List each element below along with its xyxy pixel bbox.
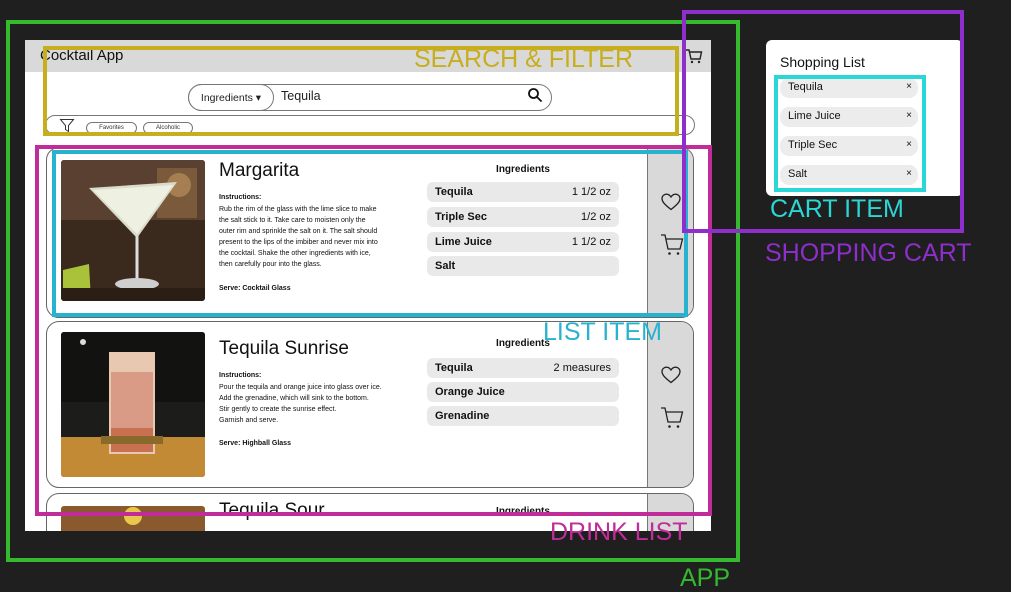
shopping-list-item: Tequila ×	[780, 78, 918, 98]
filter-icon[interactable]	[59, 119, 75, 133]
heart-icon[interactable]	[661, 366, 681, 384]
tequila-sour-photo	[61, 506, 205, 531]
ingredient-row: Orange Juice	[427, 382, 619, 402]
drink-card[interactable]: Margarita Instructions: Rub the rim of t…	[46, 147, 694, 318]
favorites-filter-chip[interactable]: Favorites	[86, 122, 137, 134]
remove-icon[interactable]: ×	[906, 110, 912, 121]
tequila-sunrise-photo	[61, 332, 205, 477]
cart-item-annotation-label: CART ITEM	[770, 195, 904, 223]
serve-glass: Serve: Highball Glass	[219, 440, 291, 447]
cart-icon[interactable]	[660, 233, 684, 257]
ingredient-row: Lime Juice 1 1/2 oz	[427, 232, 619, 252]
drink-name: Margarita	[219, 160, 300, 181]
list-item-annotation-label: LIST ITEM	[543, 318, 663, 346]
shopping-cart-annotation-label: SHOPPING CART	[765, 239, 972, 267]
remove-icon[interactable]: ×	[906, 139, 912, 150]
instructions-label: Instructions:	[219, 372, 262, 379]
search-type-dropdown[interactable]: Ingredients ▾	[188, 84, 274, 111]
instructions-text: Rub the rim of the glass with the lime s…	[219, 206, 378, 268]
ingredient-row: Salt	[427, 256, 619, 276]
ingredients-title: Ingredients	[496, 506, 550, 517]
cart-icon[interactable]	[660, 406, 684, 430]
instructions-text: Pour the tequila and orange juice into g…	[219, 384, 382, 424]
ingredient-row: Tequila 2 measures	[427, 358, 619, 378]
search-filter-annotation-label: SEARCH & FILTER	[414, 45, 634, 73]
margarita-photo	[61, 160, 205, 301]
ingredients-title: Ingredients	[496, 164, 550, 175]
heart-icon[interactable]	[661, 193, 681, 211]
app-title: Cocktail App	[40, 47, 124, 64]
drink-name: Tequila Sunrise	[219, 338, 349, 359]
ingredient-row: Grenadine	[427, 406, 619, 426]
instructions-label: Instructions:	[219, 194, 262, 201]
search-icon[interactable]	[527, 87, 543, 103]
serve-glass: Serve: Cocktail Glass	[219, 285, 291, 292]
shopping-list-panel: Shopping List Tequila × Lime Juice × Tripl…	[766, 40, 963, 196]
remove-icon[interactable]: ×	[906, 81, 912, 92]
shopping-list-title: Shopping List	[780, 54, 865, 70]
shopping-list-item: Salt ×	[780, 165, 918, 185]
drink-list-annotation-label: DRINK LIST	[550, 518, 688, 546]
ingredient-row: Triple Sec 1/2 oz	[427, 207, 619, 227]
search-input[interactable]: Tequila	[281, 89, 321, 103]
drink-card[interactable]: Tequila Sunrise Instructions: Pour the t…	[46, 321, 694, 488]
cart-icon[interactable]	[684, 46, 704, 66]
alcoholic-filter-chip[interactable]: Alcoholic	[143, 122, 193, 134]
shopping-list-item: Lime Juice ×	[780, 107, 918, 127]
remove-icon[interactable]: ×	[906, 168, 912, 179]
drink-name: Tequila Sour	[219, 500, 325, 521]
app-window: Cocktail App Ingredients ▾ Tequila Favor…	[25, 40, 711, 531]
card-actions	[647, 148, 693, 317]
card-actions	[647, 322, 693, 487]
ingredient-row: Tequila 1 1/2 oz	[427, 182, 619, 202]
shopping-list-item: Triple Sec ×	[780, 136, 918, 156]
app-annotation-label: APP	[680, 564, 731, 592]
